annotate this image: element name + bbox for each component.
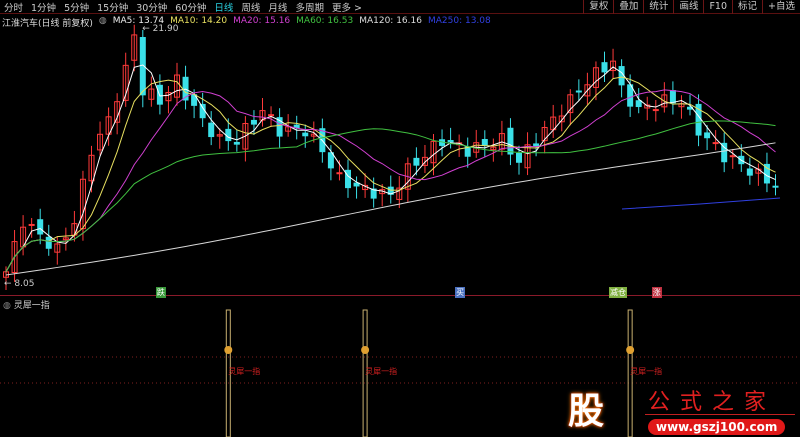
candle — [268, 114, 275, 117]
candle — [481, 139, 488, 146]
signal-dot — [626, 346, 635, 354]
indicator-title: ◍ 灵犀一指 — [3, 298, 50, 311]
candle — [37, 219, 44, 235]
signal-marker: 跌 — [155, 287, 166, 298]
candle — [772, 185, 779, 188]
logo-name: 公式之家 — [648, 390, 777, 415]
signal-dot — [224, 346, 233, 354]
candle — [533, 143, 540, 147]
candle — [250, 119, 257, 125]
candle — [464, 146, 471, 157]
ma120-line — [5, 142, 776, 276]
candle — [712, 142, 719, 145]
candle — [516, 152, 522, 163]
ma10-value: MA10: 14.20 — [170, 16, 228, 26]
stock-title: 江淮汽车(日线 前复权) — [2, 19, 93, 29]
candle — [729, 155, 736, 158]
signal-label: 灵犀一指 — [630, 366, 662, 376]
candle — [208, 122, 215, 138]
candle — [225, 128, 232, 142]
signal-label: 灵犀一指 — [228, 366, 260, 376]
watermark-logo: 股 公式之家 www.gszj100.com — [560, 380, 800, 437]
candle — [413, 157, 420, 166]
candle — [507, 127, 514, 155]
candle — [669, 90, 676, 104]
panel-divider — [0, 295, 800, 296]
ma5-line — [5, 64, 776, 273]
candle — [447, 140, 454, 143]
ma5-value: MA5: 13.74 — [112, 16, 165, 26]
candle — [302, 132, 309, 137]
low-price-label: ← 8.05 — [4, 279, 34, 289]
candle — [233, 141, 240, 145]
signal-marker: 涨 — [651, 287, 662, 298]
candle — [45, 236, 52, 249]
ma120-value: MA120: 16.16 — [359, 16, 422, 26]
candle — [575, 90, 582, 93]
candle — [327, 152, 334, 169]
candle — [199, 103, 206, 119]
candle — [635, 100, 642, 108]
candle — [28, 223, 35, 226]
logo-url: www.gszj100.com — [648, 419, 786, 435]
candle — [746, 168, 753, 176]
ma20-value: MA20: 15.16 — [233, 16, 291, 26]
ma250-line — [621, 197, 781, 210]
ma60-value: MA60: 16.53 — [296, 16, 354, 26]
signal-marker: 买 — [455, 287, 466, 298]
signal-marker: 减仓 — [609, 287, 628, 298]
candle — [704, 132, 711, 139]
kline-chart: ← 21.90← 8.05灵犀一指 灵犀一指 灵犀一指 — [0, 24, 800, 437]
candle — [652, 109, 659, 112]
candle — [336, 172, 343, 175]
ma-legend: 江淮汽车(日线 前复权) ◍ MA5: 13.74 MA10: 14.20 MA… — [2, 16, 491, 29]
candle — [601, 62, 608, 73]
settings-icon[interactable]: ◍ — [3, 301, 11, 311]
settings-icon[interactable]: ◍ — [99, 16, 107, 29]
signal-label: 灵犀一指 — [365, 366, 397, 376]
signal-dot — [361, 346, 370, 354]
indicator-name: 灵犀一指 — [13, 301, 50, 311]
logo-glyph: 股 — [568, 391, 605, 432]
ma250-value: MA250: 13.08 — [427, 16, 491, 26]
